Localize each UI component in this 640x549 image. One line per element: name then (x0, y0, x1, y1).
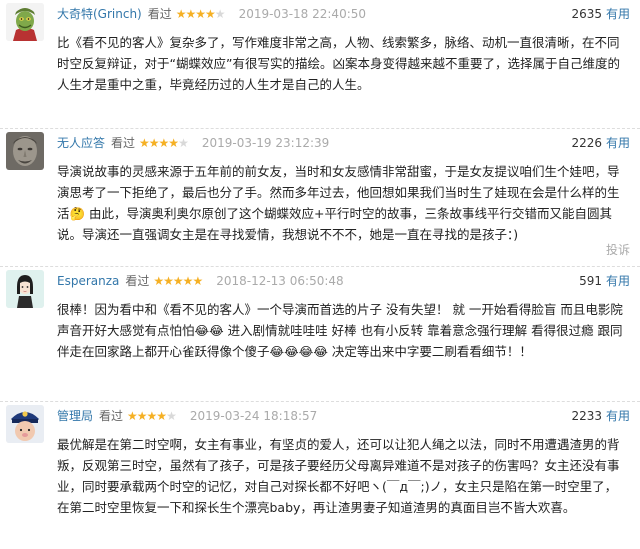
girl-avatar-icon (6, 270, 44, 308)
vote-count: 2233 (571, 409, 602, 423)
avatar[interactable] (6, 270, 44, 308)
grinch-avatar-icon (6, 3, 44, 41)
author-link[interactable]: 无人应答 (57, 136, 105, 150)
review-meta: 管理局 看过 ★★★★★ 2019-03-24 18:18:57 (57, 408, 317, 424)
review-item: 管理局 看过 ★★★★★ 2019-03-24 18:18:57 2233 有用 最优解… (0, 402, 640, 549)
avatar[interactable] (6, 132, 44, 170)
rating-stars: ★★★★★ (153, 274, 203, 288)
watched-label: 看过 (111, 136, 136, 150)
review-time: 2019-03-19 23:12:39 (201, 136, 330, 150)
rating-stars: ★★★★★ (139, 136, 189, 150)
watched-label: 看过 (147, 7, 172, 21)
author-link[interactable]: 管理局 (57, 409, 93, 423)
statue-avatar-icon (6, 132, 44, 170)
review-content: 很棒！因为看中和《看不见的客人》一个导演而首选的片子 没有失望！ 就 一开始看得… (57, 302, 623, 359)
avatar[interactable] (6, 405, 44, 443)
useful-button[interactable]: 有用 (606, 409, 630, 423)
author-link[interactable]: Esperanza (57, 274, 119, 288)
useful-button[interactable]: 有用 (606, 274, 630, 288)
vote-area: 2226 有用 (571, 135, 630, 151)
review-meta: 大奇特(Grinch) 看过 ★★★★★ 2019-03-18 22:40:50 (57, 6, 366, 22)
review-meta: Esperanza 看过 ★★★★★ 2018-12-13 06:50:48 (57, 273, 344, 289)
vote-count: 2226 (571, 136, 602, 150)
review-time: 2018-12-13 06:50:48 (216, 274, 344, 288)
watched-label: 看过 (99, 409, 124, 423)
watched-label: 看过 (125, 274, 150, 288)
review-time: 2019-03-18 22:40:50 (238, 7, 367, 21)
avatar[interactable] (6, 3, 44, 41)
rating-stars: ★★★★★ (127, 409, 177, 423)
useful-button[interactable]: 有用 (606, 136, 630, 150)
police-avatar-icon (6, 405, 44, 443)
review-item: 无人应答 看过 ★★★★★ 2019-03-19 23:12:39 2226 有用 导演… (0, 129, 640, 267)
vote-area: 591 有用 (579, 273, 630, 289)
author-link[interactable]: 大奇特(Grinch) (57, 7, 142, 21)
vote-count: 591 (579, 274, 602, 288)
review-content: 最优解是在第二时空啊，女主有事业，有坚贞的爱人，还可以让犯人绳之以法，同时不用遭… (57, 437, 620, 515)
review-content: 导演说故事的灵感来源于五年前的前女友，当时和女友感情非常甜蜜，于是女友提议咱们生… (57, 164, 620, 242)
review-list: 大奇特(Grinch) 看过 ★★★★★ 2019-03-18 22:40:50 26… (0, 0, 640, 549)
review-meta: 无人应答 看过 ★★★★★ 2019-03-19 23:12:39 (57, 135, 329, 151)
useful-button[interactable]: 有用 (606, 7, 630, 21)
vote-area: 2233 有用 (571, 408, 630, 424)
review-item: Esperanza 看过 ★★★★★ 2018-12-13 06:50:48 591 有… (0, 267, 640, 402)
vote-area: 2635 有用 (571, 6, 630, 22)
review-item: 大奇特(Grinch) 看过 ★★★★★ 2019-03-18 22:40:50 26… (0, 0, 640, 129)
report-button[interactable]: 投诉 (606, 241, 630, 258)
vote-count: 2635 (571, 7, 602, 21)
rating-stars: ★★★★★ (175, 7, 226, 21)
review-content: 比《看不见的客人》复杂多了，写作难度非常之高，人物、线索繁多，脉络、动机一直很清… (57, 35, 620, 92)
review-time: 2019-03-24 18:18:57 (189, 409, 318, 423)
